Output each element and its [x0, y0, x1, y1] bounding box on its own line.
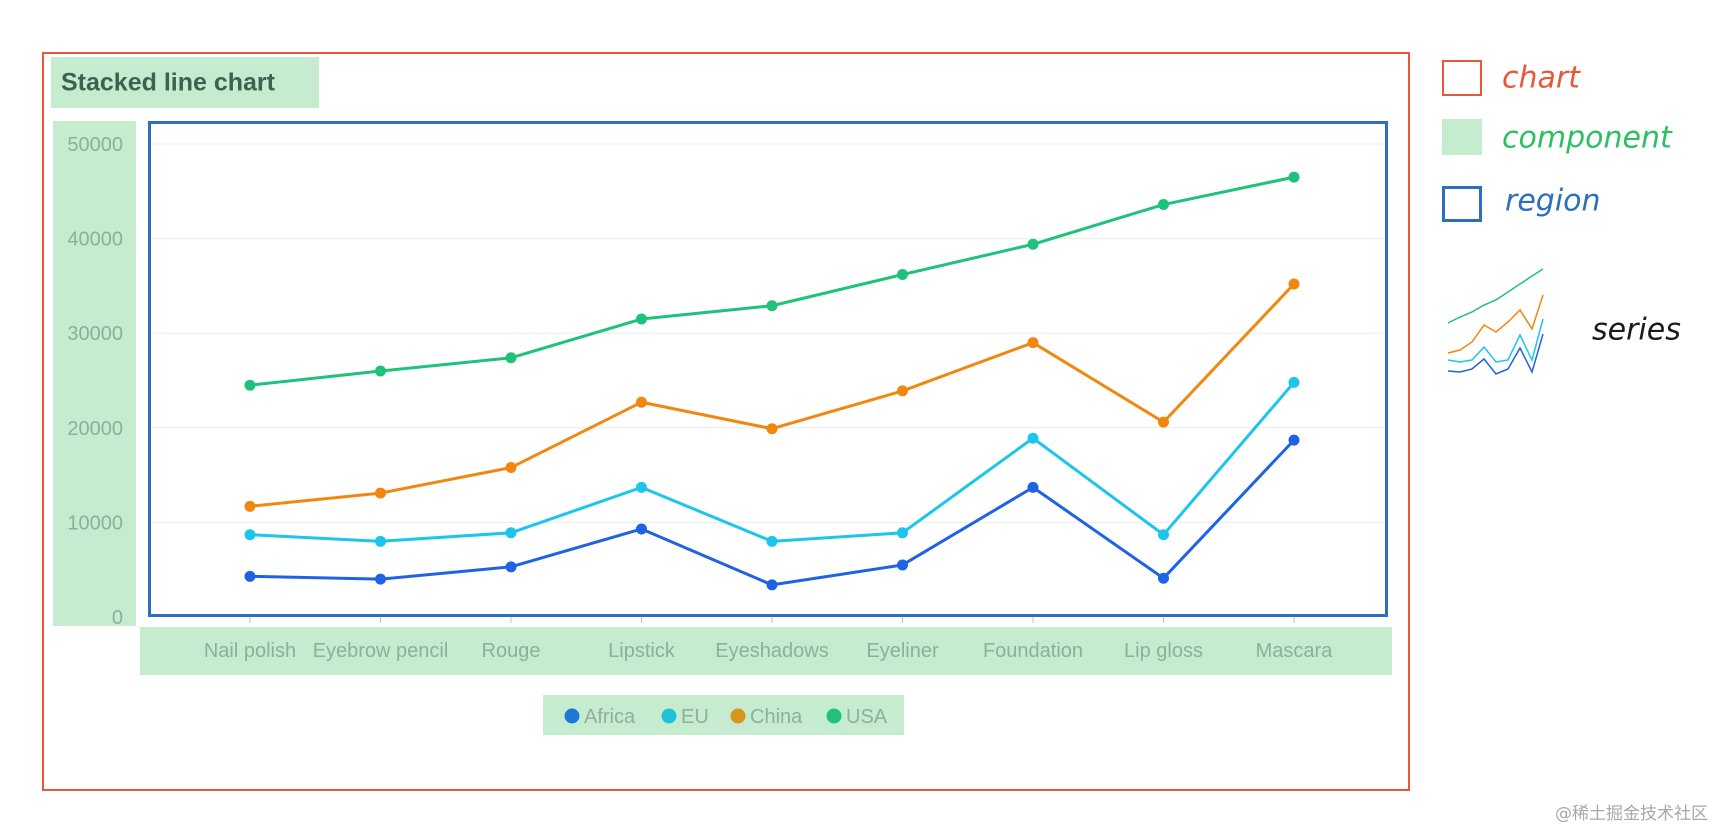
legend-marker-africa [564, 708, 580, 724]
legend-label-china: China [750, 706, 803, 728]
x-tick-label: Eyebrow pencil [313, 640, 449, 662]
key-series-label: series [1592, 312, 1681, 348]
key-series-line-china [1447, 294, 1544, 354]
legend-marker-china [730, 708, 746, 724]
key-series-icon [1447, 268, 1544, 375]
x-tick-label: Lip gloss [1124, 640, 1203, 662]
legend-label-usa: USA [846, 706, 888, 728]
y-tick-label: 20000 [67, 418, 123, 440]
key-region-label: region [1505, 183, 1601, 219]
x-tick-label: Foundation [983, 640, 1083, 662]
legend-label-eu: EU [681, 706, 709, 728]
key-component-swatch [1442, 119, 1482, 155]
legend-label-africa: Africa [584, 706, 636, 728]
watermark: @稀土掘金技术社区 [1555, 804, 1708, 824]
x-tick-label: Lipstick [608, 640, 676, 662]
legend-marker-usa [826, 708, 842, 724]
x-tick-label: Nail polish [204, 640, 296, 662]
y-tick-label: 50000 [67, 134, 123, 156]
y-tick-label: 10000 [67, 512, 123, 534]
x-tick-label: Rouge [482, 640, 541, 662]
y-tick-label: 30000 [67, 323, 123, 345]
key-series-line-usa [1447, 268, 1544, 324]
key-chart-swatch [1442, 60, 1482, 96]
key-component-label: component [1502, 120, 1672, 156]
x-tick-label: Eyeliner [866, 640, 939, 662]
y-tick-label: 0 [112, 607, 123, 629]
legend: Africa EU China USA [564, 706, 888, 728]
y-tick-labels: 0 10000 20000 30000 40000 50000 [67, 134, 123, 629]
legend-marker-eu [661, 708, 677, 724]
y-tick-label: 40000 [67, 229, 123, 251]
region-boundary [148, 121, 1388, 617]
x-tick-label: Mascara [1256, 640, 1334, 662]
x-tick-labels: Nail polish Eyebrow pencil Rouge Lipstick Ey… [204, 617, 1333, 662]
key-region-swatch [1442, 186, 1482, 222]
key-chart-label: chart [1502, 60, 1580, 96]
x-tick-label: Eyeshadows [715, 640, 828, 662]
key-series-line-eu [1447, 318, 1544, 363]
